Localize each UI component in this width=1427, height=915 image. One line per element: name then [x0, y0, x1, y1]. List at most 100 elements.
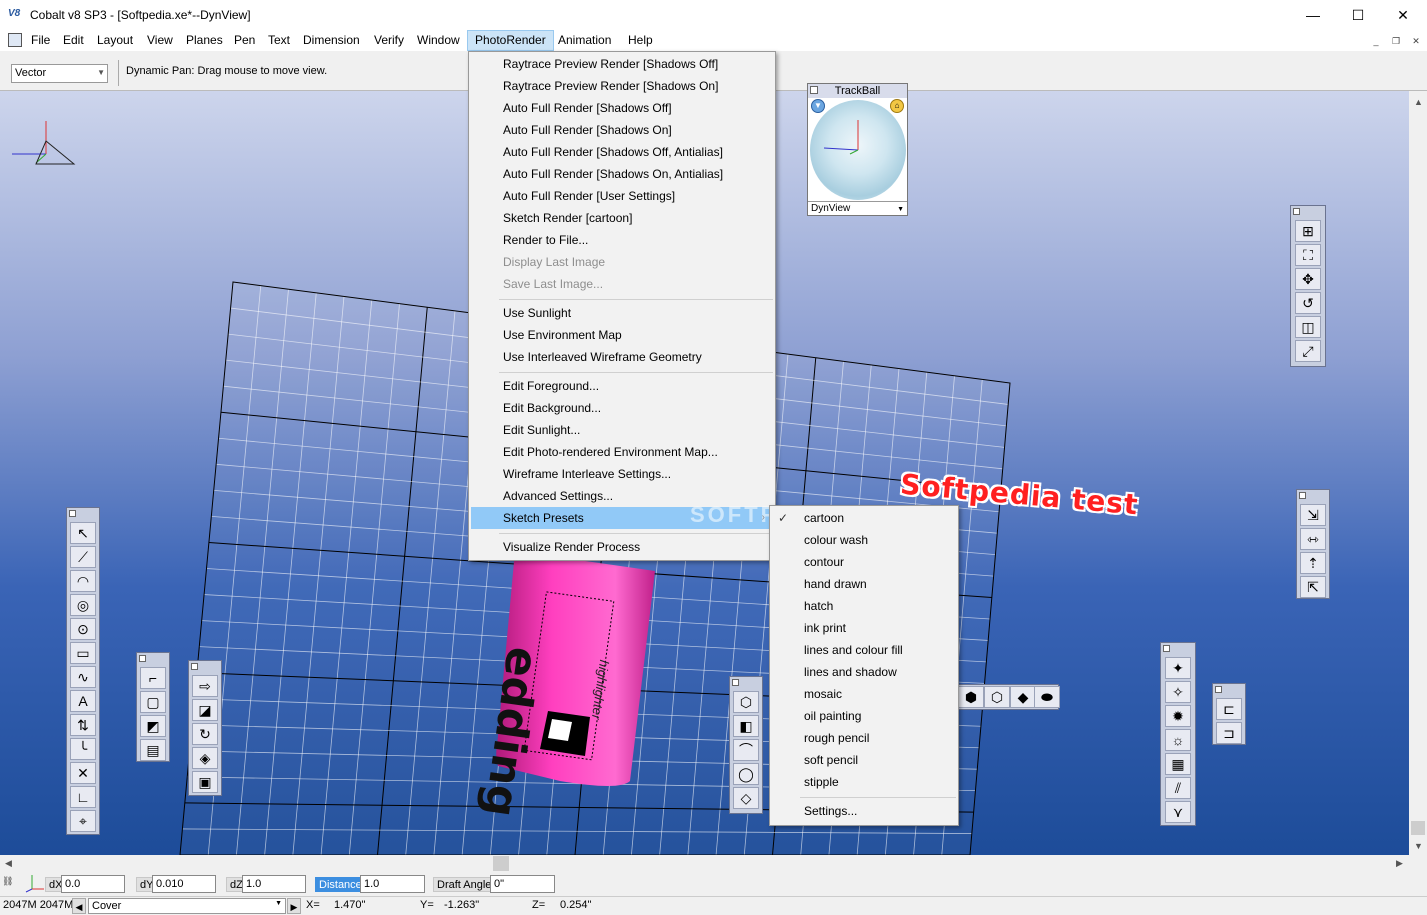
mirror-icon[interactable]: ⇿: [1300, 528, 1326, 550]
revolve-icon[interactable]: ↻: [192, 723, 218, 745]
menu-item-edit-environment-map[interactable]: Edit Photo-rendered Environment Map...: [471, 441, 773, 463]
sun-light-icon[interactable]: ☼: [1165, 729, 1191, 751]
pipe-icon[interactable]: ⌒: [733, 739, 759, 761]
loft-icon[interactable]: ▤: [140, 739, 166, 761]
minimize-button[interactable]: —: [1290, 0, 1336, 30]
palette-grip-icon[interactable]: [139, 655, 146, 662]
menu-item-edit-sunlight[interactable]: Edit Sunlight...: [471, 419, 773, 441]
menu-planes[interactable]: Planes: [179, 30, 230, 51]
mdi-minimize-button[interactable]: _: [1368, 34, 1384, 48]
offset-icon[interactable]: ⇅: [70, 714, 96, 736]
text-tool-icon[interactable]: A: [70, 690, 96, 712]
mdi-restore-button[interactable]: ❐: [1388, 34, 1404, 48]
scroll-up-icon[interactable]: ▲: [1414, 97, 1423, 107]
rotate-view-icon[interactable]: ↺: [1295, 292, 1321, 314]
mdi-close-button[interactable]: ✕: [1408, 34, 1424, 48]
circle-icon[interactable]: ◎: [70, 594, 96, 616]
pan-icon[interactable]: ✥: [1295, 268, 1321, 290]
chain-link-icon[interactable]: ⛓: [2, 876, 22, 890]
render-mode-select[interactable]: Vector ▼: [11, 64, 108, 83]
light-line-icon[interactable]: ⫽: [1165, 777, 1191, 799]
preset-oil-painting[interactable]: oil painting: [772, 705, 956, 727]
zoom-window-icon[interactable]: ⊞: [1295, 220, 1321, 242]
palette-grip-icon[interactable]: [1299, 492, 1306, 499]
menu-item-sketch-render-cartoon[interactable]: Sketch Render [cartoon]: [471, 207, 773, 229]
arc-icon[interactable]: ◠: [70, 570, 96, 592]
menu-file[interactable]: File: [24, 30, 57, 51]
menu-item-auto-render-off-antialias[interactable]: Auto Full Render [Shadows Off, Antialias…: [471, 141, 773, 163]
menu-item-edit-background[interactable]: Edit Background...: [471, 397, 773, 419]
point-light-icon[interactable]: ✹: [1165, 705, 1191, 727]
box-select-icon[interactable]: ▢: [140, 691, 166, 713]
light-cone-icon[interactable]: ⋎: [1165, 801, 1191, 823]
move-icon[interactable]: ⇲: [1300, 504, 1326, 526]
menu-help[interactable]: Help: [621, 30, 660, 51]
extrude-icon[interactable]: ⇨: [192, 675, 218, 697]
menu-item-use-environment-map[interactable]: Use Environment Map: [471, 324, 773, 346]
spotlight-icon[interactable]: ✦: [1165, 657, 1191, 679]
trackball-grip-icon[interactable]: [810, 86, 818, 94]
diamond-icon[interactable]: ◆: [1010, 686, 1036, 708]
dz-input[interactable]: 1.0: [242, 875, 306, 893]
preset-hand-drawn[interactable]: hand drawn: [772, 573, 956, 595]
menu-item-display-last-image[interactable]: Display Last Image: [471, 251, 773, 273]
vertical-scrollbar[interactable]: ▲ ▼: [1409, 91, 1427, 855]
menu-item-use-interleaved-wireframe[interactable]: Use Interleaved Wireframe Geometry: [471, 346, 773, 368]
palette-grip-icon[interactable]: [1163, 645, 1170, 652]
palette-grip-icon[interactable]: [69, 510, 76, 517]
menu-dimension[interactable]: Dimension: [296, 30, 367, 51]
palette-grip-icon[interactable]: [732, 679, 739, 686]
palette-grip-icon[interactable]: [1293, 208, 1300, 215]
document-icon[interactable]: [8, 33, 22, 47]
trackball-view-select[interactable]: DynView ▼: [808, 201, 907, 215]
prism-icon[interactable]: ⬡: [984, 686, 1010, 708]
scroll-thumb[interactable]: [1411, 821, 1425, 835]
menu-item-auto-render-shadows-on[interactable]: Auto Full Render [Shadows On]: [471, 119, 773, 141]
menu-item-auto-render-user-settings[interactable]: Auto Full Render [User Settings]: [471, 185, 773, 207]
distance-input[interactable]: 1.0: [360, 875, 425, 893]
menu-item-auto-render-on-antialias[interactable]: Auto Full Render [Shadows On, Antialias]: [471, 163, 773, 185]
axis-icon[interactable]: ∟: [70, 786, 96, 808]
spline-icon[interactable]: ∿: [70, 666, 96, 688]
layer-prev-icon[interactable]: ◀: [72, 898, 86, 914]
menu-view[interactable]: View: [140, 30, 180, 51]
preset-settings[interactable]: Settings...: [772, 800, 956, 822]
surface-icon[interactable]: ◩: [140, 715, 166, 737]
menu-item-save-last-image[interactable]: Save Last Image...: [471, 273, 773, 295]
draft-angle-input[interactable]: 0": [490, 875, 555, 893]
menu-photorender[interactable]: PhotoRender: [467, 30, 554, 51]
preset-contour[interactable]: contour: [772, 551, 956, 573]
cube-icon[interactable]: ⬡: [733, 691, 759, 713]
hexagon-icon[interactable]: ⬢: [958, 686, 984, 708]
camera-target-icon[interactable]: ⊐: [1216, 722, 1242, 744]
view-layout-icon[interactable]: ◫: [1295, 316, 1321, 338]
scroll-right-icon[interactable]: ▶: [1396, 858, 1403, 869]
select-arrow-icon[interactable]: ↖: [70, 522, 96, 544]
wedge-icon[interactable]: ◇: [733, 787, 759, 809]
menu-item-raytrace-shadows-off[interactable]: Raytrace Preview Render [Shadows Off]: [471, 53, 773, 75]
preset-soft-pencil[interactable]: soft pencil: [772, 749, 956, 771]
sweep-icon[interactable]: ◪: [192, 699, 218, 721]
scale-icon[interactable]: ⇱: [1300, 576, 1326, 598]
box-icon[interactable]: ◧: [733, 715, 759, 737]
menu-item-visualize-render-process[interactable]: Visualize Render Process: [471, 536, 773, 558]
menu-verify[interactable]: Verify: [367, 30, 411, 51]
rectangle-icon[interactable]: ▭: [70, 642, 96, 664]
cylinder-icon[interactable]: ◯: [733, 763, 759, 785]
coordinate-axes-icon[interactable]: [24, 873, 46, 893]
menu-animation[interactable]: Animation: [551, 30, 618, 51]
menu-item-edit-foreground[interactable]: Edit Foreground...: [471, 375, 773, 397]
menu-item-use-sunlight[interactable]: Use Sunlight: [471, 302, 773, 324]
trim-icon[interactable]: ✕: [70, 762, 96, 784]
dx-input[interactable]: 0.0: [61, 875, 125, 893]
preset-stipple[interactable]: stipple: [772, 771, 956, 793]
camera-icon[interactable]: ⊏: [1216, 698, 1242, 720]
area-light-icon[interactable]: ▦: [1165, 753, 1191, 775]
preset-lines-and-colour-fill[interactable]: lines and colour fill: [772, 639, 956, 661]
preset-colour-wash[interactable]: colour wash: [772, 529, 956, 551]
layer-next-icon[interactable]: ▶: [287, 898, 301, 914]
home-view-icon[interactable]: ⌂: [890, 99, 904, 113]
menu-pen[interactable]: Pen: [227, 30, 262, 51]
menu-edit[interactable]: Edit: [56, 30, 91, 51]
preset-hatch[interactable]: hatch: [772, 595, 956, 617]
